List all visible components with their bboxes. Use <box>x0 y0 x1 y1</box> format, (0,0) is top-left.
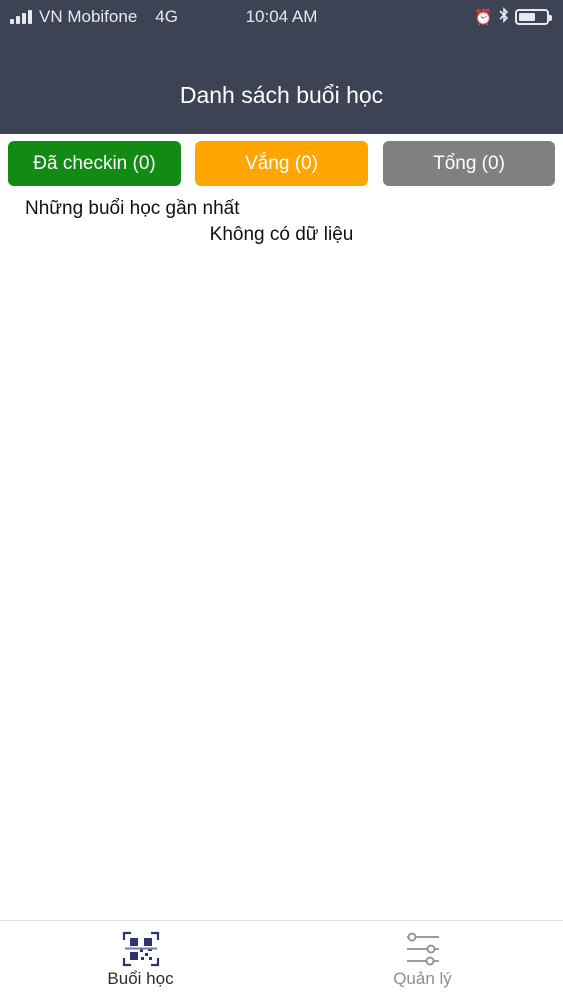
tab-sessions[interactable]: Buổi học <box>0 921 281 1000</box>
checked-in-filter-button[interactable]: Đã checkin (0) <box>8 141 181 186</box>
bluetooth-icon <box>499 7 509 27</box>
sliders-icon <box>407 932 439 966</box>
tab-manage[interactable]: Quản lý <box>282 921 563 1000</box>
battery-icon <box>515 9 552 25</box>
total-filter-button[interactable]: Tổng (0) <box>383 141 555 186</box>
page-title: Danh sách buổi học <box>179 82 384 108</box>
qr-scan-icon <box>122 931 160 967</box>
section-heading: Những buổi học gần nhất <box>25 198 240 219</box>
empty-state-message: Không có dữ liệu <box>209 224 354 245</box>
alarm-icon: ⏰ <box>474 9 493 26</box>
status-bar: VN Mobifone 4G 10:04 AM ⏰ <box>0 0 563 34</box>
tab-bar: Buổi học Quản lý <box>0 920 563 1000</box>
tab-label: Buổi học <box>107 969 174 988</box>
filter-bar: Đã checkin (0) Vắng (0) Tổng (0) <box>0 141 563 186</box>
absent-filter-button[interactable]: Vắng (0) <box>195 141 368 186</box>
tab-label: Quản lý <box>393 969 452 988</box>
header: VN Mobifone 4G 10:04 AM ⏰ Danh sách buổi… <box>0 0 563 134</box>
